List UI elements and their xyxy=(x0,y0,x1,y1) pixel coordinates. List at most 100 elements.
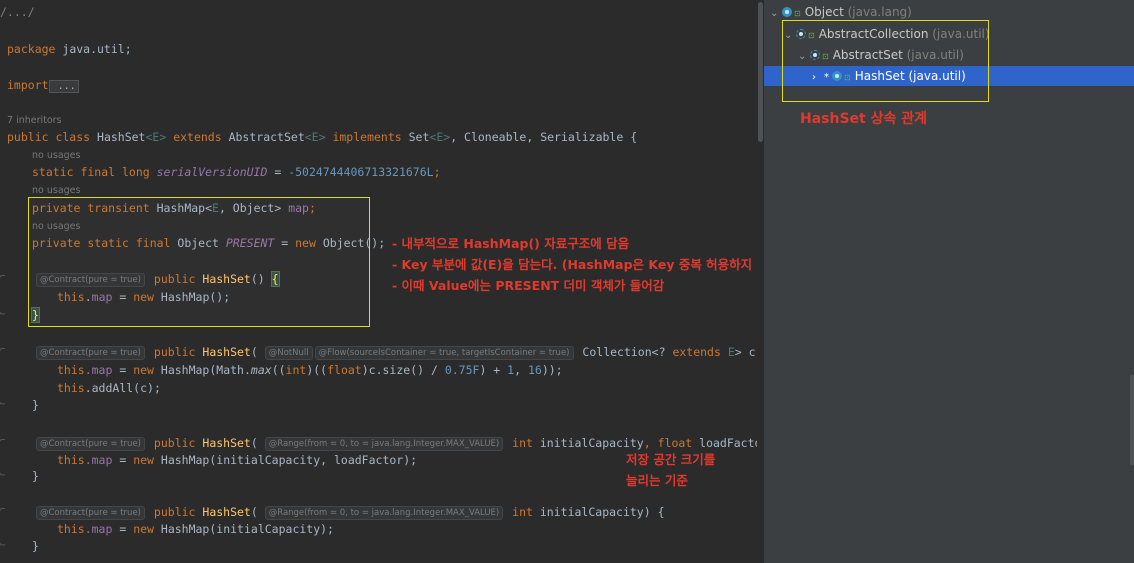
semicolon: ; xyxy=(433,165,441,179)
field-type-rest: , Object> xyxy=(218,201,289,215)
fold-marker[interactable]: ⌙ xyxy=(0,309,5,319)
generic-param: E xyxy=(720,345,735,359)
kw-new: new xyxy=(133,363,154,377)
kw-int: int xyxy=(505,436,533,450)
editor-scroll-thumb[interactable] xyxy=(758,2,763,142)
close-brace: } xyxy=(32,539,39,553)
kw-this: this xyxy=(57,381,85,395)
kw-int: int xyxy=(505,505,533,519)
param-name: initialCapacity xyxy=(532,505,644,519)
chevron-down-icon[interactable]: ⌄ xyxy=(770,4,782,24)
package-keyword: package xyxy=(7,42,56,56)
fold-marker[interactable]: ⌐ xyxy=(0,505,5,515)
kw-public: public xyxy=(147,345,203,359)
ctor1-close: } xyxy=(31,306,40,324)
hashmap-ctor: HashMap(); xyxy=(153,290,231,304)
kw-public: public xyxy=(147,272,203,286)
annotation-note-capacity-1: 저장 공간 크기를 xyxy=(626,452,716,467)
assign-op: = xyxy=(112,290,134,304)
ctor4-line: @Contract(pure = true) public HashSet( @… xyxy=(36,503,665,521)
param-rest: > c) { xyxy=(734,345,757,359)
import-line[interactable]: import ... xyxy=(7,76,79,94)
generic-param: E xyxy=(212,201,219,215)
code-part: HashMap(Math. xyxy=(153,363,251,377)
constructor-name: HashSet xyxy=(202,272,251,286)
assign-op: = xyxy=(274,236,296,250)
constructor-name: HashSet xyxy=(202,436,251,450)
inheritors-hint[interactable]: 7 inheritors xyxy=(7,115,62,126)
map-field-line: private transient HashMap<E, Object> map… xyxy=(32,199,316,217)
number: 16 xyxy=(527,363,542,377)
kw-float: float xyxy=(657,436,693,450)
assign-op: = xyxy=(267,165,289,179)
serial-field-line: static final long serialVersionUID = -50… xyxy=(32,163,441,181)
kw-new: new xyxy=(133,290,154,304)
field-name: serialVersionUID xyxy=(156,165,268,179)
present-field-line: private static final Object PRESENT = ne… xyxy=(32,234,385,252)
no-usages-hint: no usages xyxy=(32,150,81,161)
visibility-icon: ⊡ xyxy=(794,9,801,18)
code-part: (( xyxy=(271,363,286,377)
ctor1-line: @Contract(pure = true) public HashSet() … xyxy=(36,270,280,288)
constructor-name: HashSet xyxy=(202,505,251,519)
modifiers: static final long xyxy=(32,165,157,179)
paren: ( xyxy=(250,345,265,359)
kw-this: this xyxy=(57,522,85,536)
max-call: max xyxy=(250,363,272,377)
range-annotation: @Range(from = 0, to = java.lang.Integer.… xyxy=(264,506,504,520)
hierarchy-scrollbar[interactable] xyxy=(1130,375,1134,465)
close-brace: } xyxy=(32,469,39,483)
fold-marker[interactable]: ⌐ xyxy=(0,436,5,446)
addall-call: .addAll(c); xyxy=(84,381,161,395)
highlight-box-hierarchy xyxy=(782,20,989,102)
class-declaration: public class HashSet<E> extends Abstract… xyxy=(7,128,637,146)
field-ref: .map xyxy=(84,363,113,377)
range-annotation: @Range(from = 0, to = java.lang.Integer.… xyxy=(264,437,504,451)
assign-op: = xyxy=(112,522,134,536)
constructor-name: HashSet xyxy=(202,345,251,359)
editor-scrollbar[interactable] xyxy=(757,0,764,563)
kw-this: this xyxy=(57,453,85,467)
assign-op: = xyxy=(112,453,134,467)
fold-marker[interactable]: ⌙ xyxy=(0,540,5,550)
fold-marker[interactable]: ⌐ xyxy=(0,345,5,355)
tree-item-object[interactable]: ⌄ ⊡ Object (java.lang) xyxy=(770,2,912,22)
generic-param: <E> xyxy=(429,130,451,144)
annotation-note-3: - 이때 Value에는 PRESENT 더미 객체가 들어감 xyxy=(392,278,665,293)
modifiers: private static final xyxy=(32,236,178,250)
ctor2-line: @Contract(pure = true) public HashSet( @… xyxy=(36,343,757,361)
kw-public: public xyxy=(147,436,203,450)
new-object: Object(); xyxy=(315,236,386,250)
paren: ( xyxy=(250,505,265,519)
modifiers: private transient xyxy=(32,201,157,215)
contract-annotation: @Contract(pure = true) xyxy=(36,437,145,451)
path-text: /.../ xyxy=(0,5,35,19)
kw-extends: extends xyxy=(166,130,229,144)
fold-marker[interactable]: ⌐ xyxy=(0,272,5,282)
notnull-annotation: @NotNull xyxy=(264,346,313,360)
kw-new: new xyxy=(133,522,154,536)
contract-annotation: @Contract(pure = true) xyxy=(36,273,145,287)
no-usages-hint: no usages xyxy=(32,221,81,232)
contract-annotation: @Contract(pure = true) xyxy=(36,346,145,360)
kw-int: int xyxy=(285,363,307,377)
tree-item-package: (java.lang) xyxy=(843,5,912,19)
package-name: java.util; xyxy=(55,42,132,56)
field-type: HashMap< xyxy=(156,201,213,215)
fold-marker[interactable]: ⌙ xyxy=(0,470,5,480)
param-name: loadFactor xyxy=(699,436,757,450)
interface-name: Set xyxy=(408,130,430,144)
generic-param: <E> xyxy=(145,130,167,144)
semicolon: ; xyxy=(308,201,316,215)
import-fold[interactable]: ... xyxy=(48,80,79,93)
field-ref: .map xyxy=(84,453,113,467)
fold-marker[interactable]: ⌙ xyxy=(0,399,5,409)
paren-close: ) { xyxy=(643,505,665,519)
code-part: )); xyxy=(541,363,563,377)
assign-op: = xyxy=(112,363,134,377)
kw-public-class: public class xyxy=(7,130,98,144)
flow-annotation: @Flow(sourceIsContainer = true, targetIs… xyxy=(314,346,574,360)
dot: . xyxy=(84,290,92,304)
params: () xyxy=(250,272,272,286)
code-editor[interactable]: /.../ package java.util; import ... 7 in… xyxy=(0,0,757,563)
